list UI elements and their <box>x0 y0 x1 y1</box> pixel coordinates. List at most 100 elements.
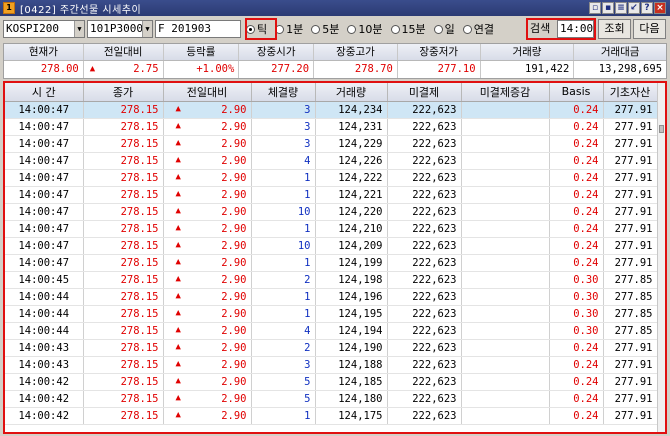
table-row[interactable]: 14:00:42 278.15 ▲ 2.90 5 124,185 222,623 0.24 27… <box>5 373 658 391</box>
cell-underlying: 277.91 <box>603 237 658 255</box>
help-icon[interactable]: ? <box>641 2 653 14</box>
radio-1min[interactable]: 1분 <box>275 21 303 37</box>
up-triangle-icon: ▲ <box>175 409 181 420</box>
cell-change: ▲ 2.90 <box>163 254 252 272</box>
index-select-value: KOSPI200 <box>6 22 59 35</box>
column-header-time[interactable]: 시 간 <box>5 83 84 102</box>
cell-oi-change <box>461 203 550 221</box>
radio-15min[interactable]: 15분 <box>390 21 426 37</box>
table-row[interactable]: 14:00:47 278.15 ▲ 2.90 3 124,234 222,623 0.24 27… <box>5 101 658 119</box>
index-select[interactable]: KOSPI200 ▼ <box>3 20 85 38</box>
vertical-scrollbar[interactable] <box>657 83 665 432</box>
cell-underlying: 277.91 <box>603 220 658 238</box>
cell-change: ▲ 2.90 <box>163 118 252 136</box>
table-row[interactable]: 14:00:47 278.15 ▲ 2.90 10 124,220 222,623 0.24 2… <box>5 203 658 221</box>
cell-change: ▲ 2.90 <box>163 373 252 391</box>
cell-change: ▲ 2.90 <box>163 356 252 374</box>
cell-open-interest: 222,623 <box>387 305 462 323</box>
next-button[interactable]: 다음 <box>633 19 666 39</box>
dropdown-arrow-icon[interactable]: ▼ <box>142 21 152 37</box>
table-row[interactable]: 14:00:47 278.15 ▲ 2.90 1 124,199 222,623 0.24 27… <box>5 254 658 272</box>
column-header-basis[interactable]: Basis <box>549 83 604 102</box>
cell-open-interest: 222,623 <box>387 271 462 289</box>
column-header-change[interactable]: 전일대비 <box>163 83 252 102</box>
cell-volume: 124,195 <box>315 305 388 323</box>
cell-open-interest: 222,623 <box>387 339 462 357</box>
table-row[interactable]: 14:00:47 278.15 ▲ 2.90 10 124,209 222,623 0.24 2… <box>5 237 658 255</box>
cell-basis: 0.30 <box>549 305 604 323</box>
cell-change-value: 2.90 <box>221 324 247 337</box>
cell-close: 278.15 <box>83 322 164 340</box>
up-triangle-icon: ▲ <box>175 239 181 250</box>
cell-open-interest: 222,623 <box>387 186 462 204</box>
cell-volume: 124,220 <box>315 203 388 221</box>
cell-open-interest: 222,623 <box>387 152 462 170</box>
open-price: 277.20 <box>239 61 315 78</box>
radio-10min[interactable]: 10분 <box>347 21 383 37</box>
column-header-qty[interactable]: 체결량 <box>251 83 316 102</box>
cell-change-value: 2.90 <box>221 358 247 371</box>
table-row[interactable]: 14:00:47 278.15 ▲ 2.90 1 124,222 222,623 0.24 27… <box>5 169 658 187</box>
cell-open-interest: 222,623 <box>387 237 462 255</box>
window-tile-icon[interactable]: ▪ <box>602 2 614 14</box>
print-icon[interactable]: ≡ <box>615 2 627 14</box>
column-header-close[interactable]: 종가 <box>83 83 164 102</box>
cell-close: 278.15 <box>83 271 164 289</box>
cell-qty: 2 <box>251 271 316 289</box>
table-row[interactable]: 14:00:47 278.15 ▲ 2.90 1 124,210 222,623 0.24 27… <box>5 220 658 238</box>
summary-header: 장중저가 <box>398 44 481 60</box>
cell-change-value: 2.90 <box>221 307 247 320</box>
table-row[interactable]: 14:00:42 278.15 ▲ 2.90 5 124,180 222,623 0.24 27… <box>5 390 658 408</box>
cell-basis: 0.24 <box>549 135 604 153</box>
cell-change: ▲ 2.90 <box>163 220 252 238</box>
cell-change: ▲ 2.90 <box>163 288 252 306</box>
volume: 191,422 <box>481 61 575 78</box>
cell-volume: 124,209 <box>315 237 388 255</box>
cell-basis: 0.24 <box>549 390 604 408</box>
cell-oi-change <box>461 322 550 340</box>
radio-5min[interactable]: 5분 <box>311 21 339 37</box>
cell-time: 14:00:47 <box>5 135 84 153</box>
column-header-oi-change[interactable]: 미결제증감 <box>461 83 550 102</box>
table-row[interactable]: 14:00:44 278.15 ▲ 2.90 1 124,195 222,623 0.30 27… <box>5 305 658 323</box>
trade-amount: 13,298,695 <box>598 63 663 75</box>
dropdown-arrow-icon[interactable]: ▼ <box>74 21 84 37</box>
cell-close: 278.15 <box>83 305 164 323</box>
column-header-volume[interactable]: 거래량 <box>315 83 388 102</box>
radio-continuous[interactable]: 연결 <box>462 21 494 37</box>
summary-grid: 현재가 전일대비 등락률 장중시가 장중고가 장중저가 거래량 거래대금 278… <box>3 43 667 79</box>
cell-time: 14:00:44 <box>5 288 84 306</box>
table-row[interactable]: 14:00:47 278.15 ▲ 2.90 4 124,226 222,623 0.24 27… <box>5 152 658 170</box>
cell-oi-change <box>461 254 550 272</box>
table-row[interactable]: 14:00:43 278.15 ▲ 2.90 2 124,190 222,623 0.24 27… <box>5 339 658 357</box>
query-button[interactable]: 조회 <box>598 19 631 39</box>
table-row[interactable]: 14:00:44 278.15 ▲ 2.90 4 124,194 222,623 0.30 27… <box>5 322 658 340</box>
cell-oi-change <box>461 118 550 136</box>
contract-field[interactable]: F 201903 <box>155 20 241 38</box>
table-row[interactable]: 14:00:47 278.15 ▲ 2.90 1 124,221 222,623 0.24 27… <box>5 186 658 204</box>
table-row[interactable]: 14:00:47 278.15 ▲ 2.90 3 124,231 222,623 0.24 27… <box>5 118 658 136</box>
scrollbar-thumb[interactable] <box>659 125 664 133</box>
table-row[interactable]: 14:00:43 278.15 ▲ 2.90 3 124,188 222,623 0.24 27… <box>5 356 658 374</box>
cell-volume: 124,198 <box>315 271 388 289</box>
cell-oi-change <box>461 152 550 170</box>
cell-close: 278.15 <box>83 186 164 204</box>
table-row[interactable]: 14:00:45 278.15 ▲ 2.90 2 124,198 222,623 0.30 27… <box>5 271 658 289</box>
table-row[interactable]: 14:00:42 278.15 ▲ 2.90 1 124,175 222,623 0.24 27… <box>5 407 658 425</box>
column-header-open-interest[interactable]: 미결제 <box>387 83 462 102</box>
cell-underlying: 277.91 <box>603 407 658 425</box>
window-layout-icon[interactable]: ▫ <box>589 2 601 14</box>
pin-icon[interactable]: ↙ <box>628 2 640 14</box>
radio-label: 일 <box>444 23 455 36</box>
product-select[interactable]: 101P3000 ▼ <box>87 20 153 38</box>
close-icon[interactable]: × <box>654 2 666 14</box>
radio-day[interactable]: 일 <box>433 21 455 37</box>
column-header-underlying[interactable]: 기초자산 <box>603 83 658 102</box>
up-triangle-icon: ▲ <box>175 307 181 318</box>
up-triangle-icon: ▲ <box>175 358 181 369</box>
up-triangle-icon: ▲ <box>175 188 181 199</box>
cell-open-interest: 222,623 <box>387 169 462 187</box>
table-row[interactable]: 14:00:44 278.15 ▲ 2.90 1 124,196 222,623 0.30 27… <box>5 288 658 306</box>
cell-open-interest: 222,623 <box>387 373 462 391</box>
table-row[interactable]: 14:00:47 278.15 ▲ 2.90 3 124,229 222,623 0.24 27… <box>5 135 658 153</box>
